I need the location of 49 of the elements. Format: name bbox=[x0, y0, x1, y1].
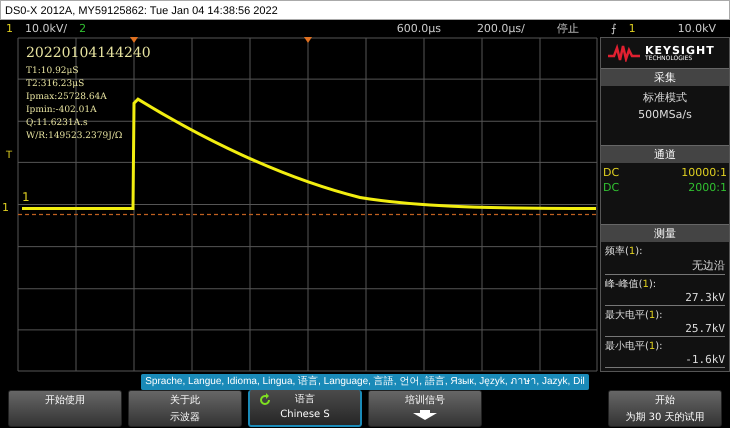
measurement-text: T2:316.23μS bbox=[26, 79, 86, 90]
channel-number[interactable]: 2 bbox=[79, 22, 86, 35]
measurement-text: W/R:149523.2379J/Ω bbox=[26, 131, 124, 142]
sample-rate: 500MSa/s bbox=[638, 108, 692, 121]
window-title: DS0-X 2012A, MY59125862: Tue Jan 04 14:38:56 2022 bbox=[0, 0, 730, 20]
measurement-text: T1:10.92μS bbox=[26, 66, 80, 77]
measurement-label: 最小电平(1): bbox=[605, 340, 663, 353]
channel-marker: 1 bbox=[22, 190, 30, 204]
acquisition-mode: 标准模式 bbox=[643, 90, 687, 105]
softkey[interactable]: 开始 为期 30 天的试用 bbox=[608, 390, 722, 427]
measurement-value: 25.7kV bbox=[685, 322, 725, 335]
channel-coupling: DC bbox=[603, 166, 620, 179]
measurement-value: -1.6kV bbox=[685, 353, 725, 366]
ground-marker: 1 bbox=[2, 201, 9, 214]
cycle-icon bbox=[258, 393, 272, 407]
measurement-label: 峰-峰值(1): bbox=[605, 278, 656, 291]
softkey[interactable]: 培训信号 bbox=[368, 390, 482, 427]
down-arrow-icon bbox=[411, 410, 439, 420]
measurement-value: 27.3kV bbox=[685, 291, 725, 304]
section-header: 通道 bbox=[601, 145, 729, 163]
run-state: 停止 bbox=[556, 21, 579, 36]
measurement-value: 无边沿 bbox=[692, 258, 725, 273]
measurement-text: Ipmax:25728.64A bbox=[26, 92, 108, 103]
softkey[interactable]: 开始使用 bbox=[8, 390, 122, 427]
channel-number[interactable]: 1 bbox=[6, 22, 13, 35]
probe-ratio: 10000:1 bbox=[681, 166, 727, 179]
softkey[interactable]: 关于此 示波器 bbox=[128, 390, 242, 427]
trigger-source: 1 bbox=[628, 22, 636, 35]
channel-coupling: DC bbox=[603, 181, 620, 194]
measurement-label: 频率(1): bbox=[605, 244, 643, 258]
timebase-scale: 200.0µs/ bbox=[476, 22, 525, 35]
softkey[interactable]: 语言 Chinese S bbox=[248, 390, 362, 427]
marker-icon[interactable] bbox=[130, 37, 138, 44]
time-delay: 600.0µs bbox=[396, 22, 441, 35]
timestamp: 20220104144240 bbox=[26, 45, 151, 61]
channel-scale: 10.0kV/ bbox=[25, 22, 68, 35]
trigger-edge-icon: ⨍ bbox=[610, 22, 617, 35]
measurement-text: Ipmin:-402.01A bbox=[26, 105, 98, 116]
language-banner: Sprache, Langue, Idioma, Lingua, 语言, Language, 言語, 언어, 語言, Язык, Język, ภาษา, Jazyk, Dil bbox=[141, 374, 589, 390]
section-header: 测量 bbox=[601, 224, 729, 242]
marker-icon[interactable] bbox=[304, 37, 312, 44]
logo-icon bbox=[607, 44, 641, 62]
logo-text: KEYSIGHT bbox=[645, 44, 715, 56]
measurement-label: 最大电平(1): bbox=[605, 308, 663, 322]
section-header: 采集 bbox=[601, 68, 729, 86]
probe-ratio: 2000:1 bbox=[688, 181, 727, 194]
measurement-text: Q:11.6231A.s bbox=[26, 118, 89, 129]
trigger-marker: T bbox=[6, 150, 12, 161]
trigger-level: 10.0kV bbox=[678, 22, 716, 35]
